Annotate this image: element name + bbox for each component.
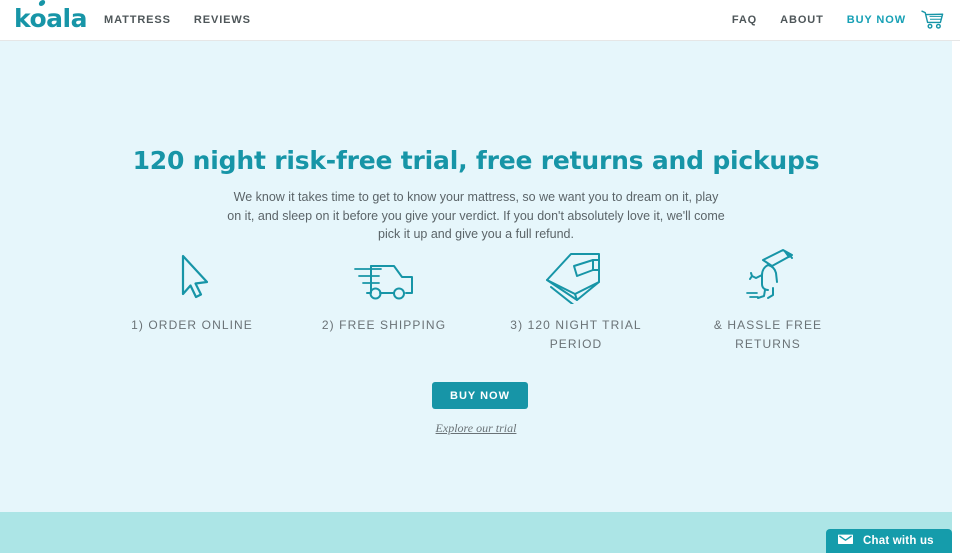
shopping-cart-icon[interactable] [920, 8, 946, 32]
feature-step-label: 3) 120 NIGHT TRIAL PERIOD [510, 318, 642, 351]
nav-link-faq[interactable]: FAQ [732, 14, 757, 26]
feature-step-trial-period: 3) 120 NIGHT TRIAL PERIOD [480, 248, 672, 354]
band-right-edge [952, 512, 960, 553]
bed-mattress-icon [541, 248, 611, 304]
hero-section: 120 night risk-free trial, free returns … [0, 41, 952, 512]
explore-our-trial-link[interactable]: Explore our trial [0, 421, 952, 436]
nav-link-reviews[interactable]: REVIEWS [194, 14, 251, 26]
primary-nav: MATTRESS REVIEWS [104, 14, 251, 26]
chat-with-us-button[interactable]: Chat with us [826, 529, 952, 553]
feature-step-label: 2) FREE SHIPPING [321, 318, 447, 332]
nav-link-about[interactable]: ABOUT [780, 14, 824, 26]
page-right-edge [952, 41, 960, 512]
buy-now-button[interactable]: BUY NOW [432, 382, 528, 409]
feature-step-free-shipping: 2) FREE SHIPPING [288, 248, 480, 354]
feature-steps-row: 1) ORDER ONLINE 2) FREE SHIPPING 3) 120 … [96, 248, 864, 354]
nav-link-mattress[interactable]: MATTRESS [104, 14, 171, 26]
nav-link-buy-now[interactable]: BUY NOW [847, 14, 906, 26]
hero-description: We know it takes time to get to know you… [227, 190, 725, 241]
page-title: 120 night risk-free trial, free returns … [132, 146, 820, 175]
feature-step-label: & HASSLE FREE RETURNS [713, 318, 823, 351]
feature-step-order-online: 1) ORDER ONLINE [96, 248, 288, 354]
chat-label: Chat with us [863, 535, 934, 547]
person-carrying-mattress-icon [739, 248, 797, 304]
feature-step-label: 1) ORDER ONLINE [131, 318, 253, 332]
envelope-icon [838, 532, 853, 550]
delivery-van-icon [349, 248, 419, 304]
secondary-nav: FAQ ABOUT BUY NOW [732, 14, 906, 26]
page-root: koala MATTRESS REVIEWS FAQ ABOUT BUY NOW… [0, 0, 960, 553]
site-header: koala MATTRESS REVIEWS FAQ ABOUT BUY NOW [0, 0, 960, 41]
koala-logo[interactable]: koala [14, 0, 87, 34]
feature-step-hassle-free-returns: & HASSLE FREE RETURNS [672, 248, 864, 354]
bottom-band [0, 512, 952, 553]
cursor-arrow-icon [170, 248, 214, 304]
logo-text: koala [14, 4, 87, 33]
